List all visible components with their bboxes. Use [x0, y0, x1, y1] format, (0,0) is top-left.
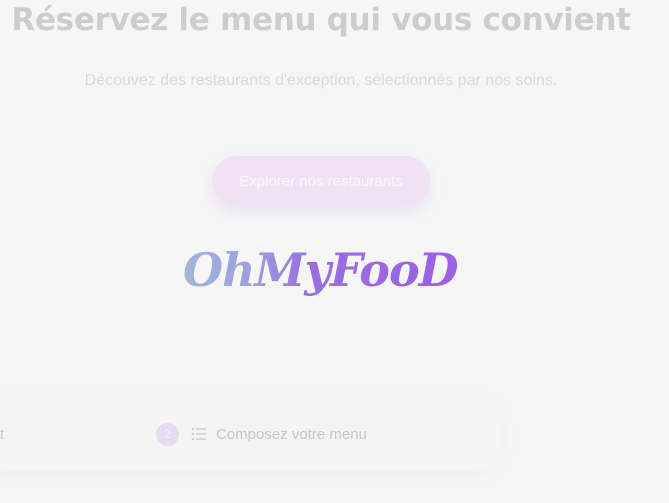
- step-choose-restaurant: urant: [0, 422, 4, 446]
- step-label: urant: [0, 425, 5, 443]
- hero-subtitle: Découvez des restaurants d'exception, sé…: [84, 72, 558, 89]
- logo-text: OhMyFooD: [183, 243, 459, 297]
- explore-restaurants-button[interactable]: Explorer nos restaurants: [212, 156, 430, 206]
- hero-title: Réservez le menu qui vous convient: [11, 2, 631, 38]
- list-icon: [191, 427, 207, 441]
- ohmyfood-logo: OhMyFooD: [181, 242, 471, 298]
- step-number-badge: 2: [156, 422, 179, 446]
- step-label: Composez votre menu: [216, 425, 367, 443]
- step-compose-menu: 2 Composez votre menu: [156, 422, 367, 446]
